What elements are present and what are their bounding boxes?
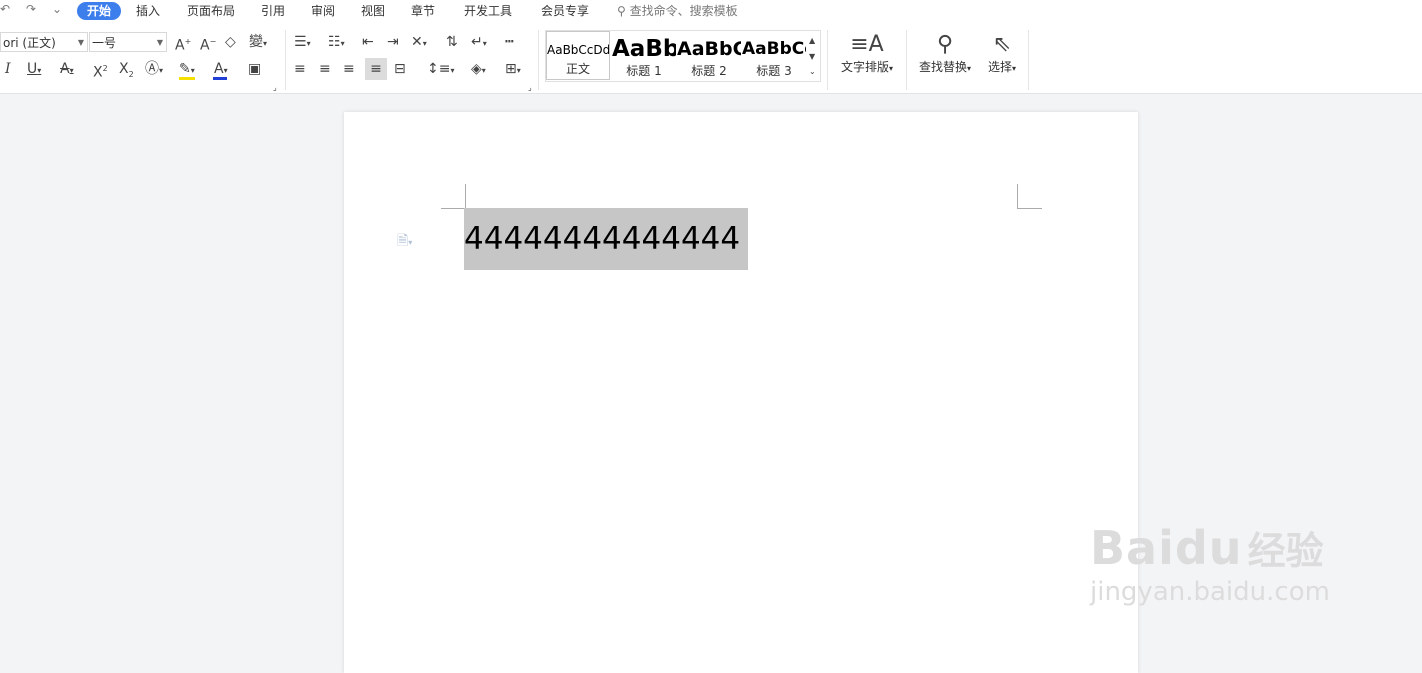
line-spacing-icon[interactable]: ↕≡▾ <box>427 61 454 79</box>
style-name: 标题 3 <box>756 64 792 78</box>
search-placeholder: 查找命令、搜索模板 <box>629 4 738 18</box>
chevron-down-icon: ▾ <box>889 64 894 73</box>
bullet-list-icon[interactable]: ☰▾ <box>294 34 311 52</box>
char-border-icon[interactable]: ▣ <box>248 61 261 77</box>
distributed-icon[interactable]: ⊟ <box>394 61 406 77</box>
font-name-value: ori (正文) <box>3 36 56 50</box>
sort-icon[interactable]: ⇅ <box>446 34 458 50</box>
style-sample: AaBbCc <box>742 39 806 59</box>
style-heading-3[interactable]: AaBbCc 标题 3 <box>742 31 806 81</box>
magnifier-icon: ⚲ <box>936 32 954 57</box>
underline-icon[interactable]: U▾ <box>27 61 41 79</box>
watermark-service: 经验 <box>1247 529 1324 573</box>
undo-icon[interactable]: ↶ <box>0 2 10 16</box>
chevron-down-icon: ▼ <box>77 38 84 47</box>
menu-tab-bar: ↶ ↷ ⌄ 开始 插入 页面布局 引用 审阅 视图 章节 开发工具 会员专享 ⚲… <box>0 0 1422 22</box>
show-marks-icon[interactable]: ↵▾ <box>471 34 487 52</box>
font-color-bar <box>213 77 227 80</box>
gallery-up-icon[interactable]: ▲ <box>809 33 815 49</box>
grow-font-icon[interactable]: A+ <box>175 34 191 54</box>
paragraph-handle-icon[interactable]: 🗎▾ <box>397 230 412 254</box>
margin-corner-top-right <box>1017 184 1042 209</box>
superscript-icon[interactable]: X2 <box>93 61 108 81</box>
tab-page-layout[interactable]: 页面布局 <box>187 2 235 20</box>
redo-icon[interactable]: ↷ <box>26 2 36 16</box>
select-button[interactable]: ⇖ 选择▾ <box>982 32 1022 75</box>
subscript-icon[interactable]: X2 <box>119 61 134 83</box>
select-label: 选择 <box>987 60 1012 74</box>
style-sample: AaBb <box>612 36 676 62</box>
group-divider <box>906 30 907 90</box>
text-layout-button[interactable]: ≡A 文字排版▾ <box>836 32 898 75</box>
font-size-select[interactable]: 一号 ▼ <box>89 32 167 52</box>
group-divider <box>538 30 539 90</box>
command-search[interactable]: ⚲ 查找命令、搜索模板 <box>617 2 738 20</box>
style-name: 标题 2 <box>691 64 727 78</box>
cursor-arrow-icon: ⇖ <box>992 32 1012 57</box>
group-divider <box>285 30 286 90</box>
find-replace-label: 查找替换 <box>918 60 967 74</box>
tab-references[interactable]: 引用 <box>261 2 285 20</box>
find-replace-button[interactable]: ⚲ 查找替换▾ <box>914 32 976 75</box>
font-size-value: 一号 <box>92 36 117 50</box>
quick-access-more-icon[interactable]: ⌄ <box>52 2 62 16</box>
tab-chapter[interactable]: 章节 <box>411 2 435 20</box>
paragraph-dialog-launcher-icon[interactable]: ⌟ <box>528 80 532 96</box>
margin-corner-top-left <box>441 184 466 209</box>
numbered-list-icon[interactable]: ☷▾ <box>328 34 345 52</box>
shading-icon[interactable]: ◈▾ <box>471 61 486 79</box>
ruler-icon[interactable]: ┅ <box>505 34 513 50</box>
chevron-down-icon: ▾ <box>967 64 972 73</box>
selected-text[interactable]: 44444444444444 <box>464 208 749 270</box>
tab-review[interactable]: 审阅 <box>311 2 335 20</box>
style-name: 正文 <box>565 62 590 76</box>
font-dialog-launcher-icon[interactable]: ⌟ <box>273 80 277 96</box>
decrease-indent-icon[interactable]: ⇤ <box>362 34 374 50</box>
watermark-brand: Baidu <box>1090 521 1243 575</box>
font-name-select[interactable]: ori (正文) ▼ <box>0 32 88 52</box>
chevron-down-icon: ▼ <box>156 38 163 47</box>
baidu-watermark-logo: Baidu 经验 jingyan.baidu.com <box>1090 520 1330 607</box>
tab-member[interactable]: 会员专享 <box>541 2 589 20</box>
tab-developer[interactable]: 开发工具 <box>464 2 512 20</box>
search-icon: ⚲ <box>617 4 626 18</box>
phonetic-guide-icon[interactable]: 變▾ <box>249 34 267 52</box>
italic-icon[interactable]: I <box>5 61 11 77</box>
align-right-icon[interactable]: ≡ <box>343 61 355 77</box>
group-divider <box>1028 30 1029 90</box>
justify-icon[interactable]: ≡ <box>365 58 387 80</box>
watermark-url: jingyan.baidu.com <box>1090 577 1330 607</box>
clear-format-icon[interactable]: ◇ <box>225 34 236 50</box>
document-page[interactable]: 🗎▾ 44444444444444 <box>344 112 1138 673</box>
strikethrough-icon[interactable]: A▾ <box>60 61 74 79</box>
shrink-font-icon[interactable]: A− <box>200 34 216 54</box>
style-normal[interactable]: AaBbCcDd 正文 <box>546 31 610 80</box>
gallery-more-icon[interactable]: ⌄ <box>809 64 816 80</box>
borders-icon[interactable]: ⊞▾ <box>505 61 521 79</box>
style-heading-1[interactable]: AaBb 标题 1 <box>612 31 676 81</box>
chevron-down-icon: ▾ <box>1012 64 1017 73</box>
tab-view[interactable]: 视图 <box>361 2 385 20</box>
highlight-color-bar <box>179 77 195 80</box>
text-effect-icon[interactable]: Ⓐ▾ <box>145 61 163 79</box>
gallery-down-icon[interactable]: ▼ <box>809 49 815 65</box>
tab-home[interactable]: 开始 <box>77 2 122 20</box>
style-sample: AaBbC <box>677 38 741 60</box>
align-left-icon[interactable]: ≡ <box>294 61 306 77</box>
style-heading-2[interactable]: AaBbC 标题 2 <box>677 31 741 81</box>
style-name: 标题 1 <box>626 64 662 78</box>
chinese-layout-icon[interactable]: ✕▾ <box>411 34 427 52</box>
tab-insert[interactable]: 插入 <box>136 2 160 20</box>
text-layout-label: 文字排版 <box>840 60 889 74</box>
group-divider <box>827 30 828 90</box>
align-center-icon[interactable]: ≡ <box>319 61 331 77</box>
increase-indent-icon[interactable]: ⇥ <box>387 34 399 50</box>
text-layout-icon: ≡A <box>850 32 884 57</box>
